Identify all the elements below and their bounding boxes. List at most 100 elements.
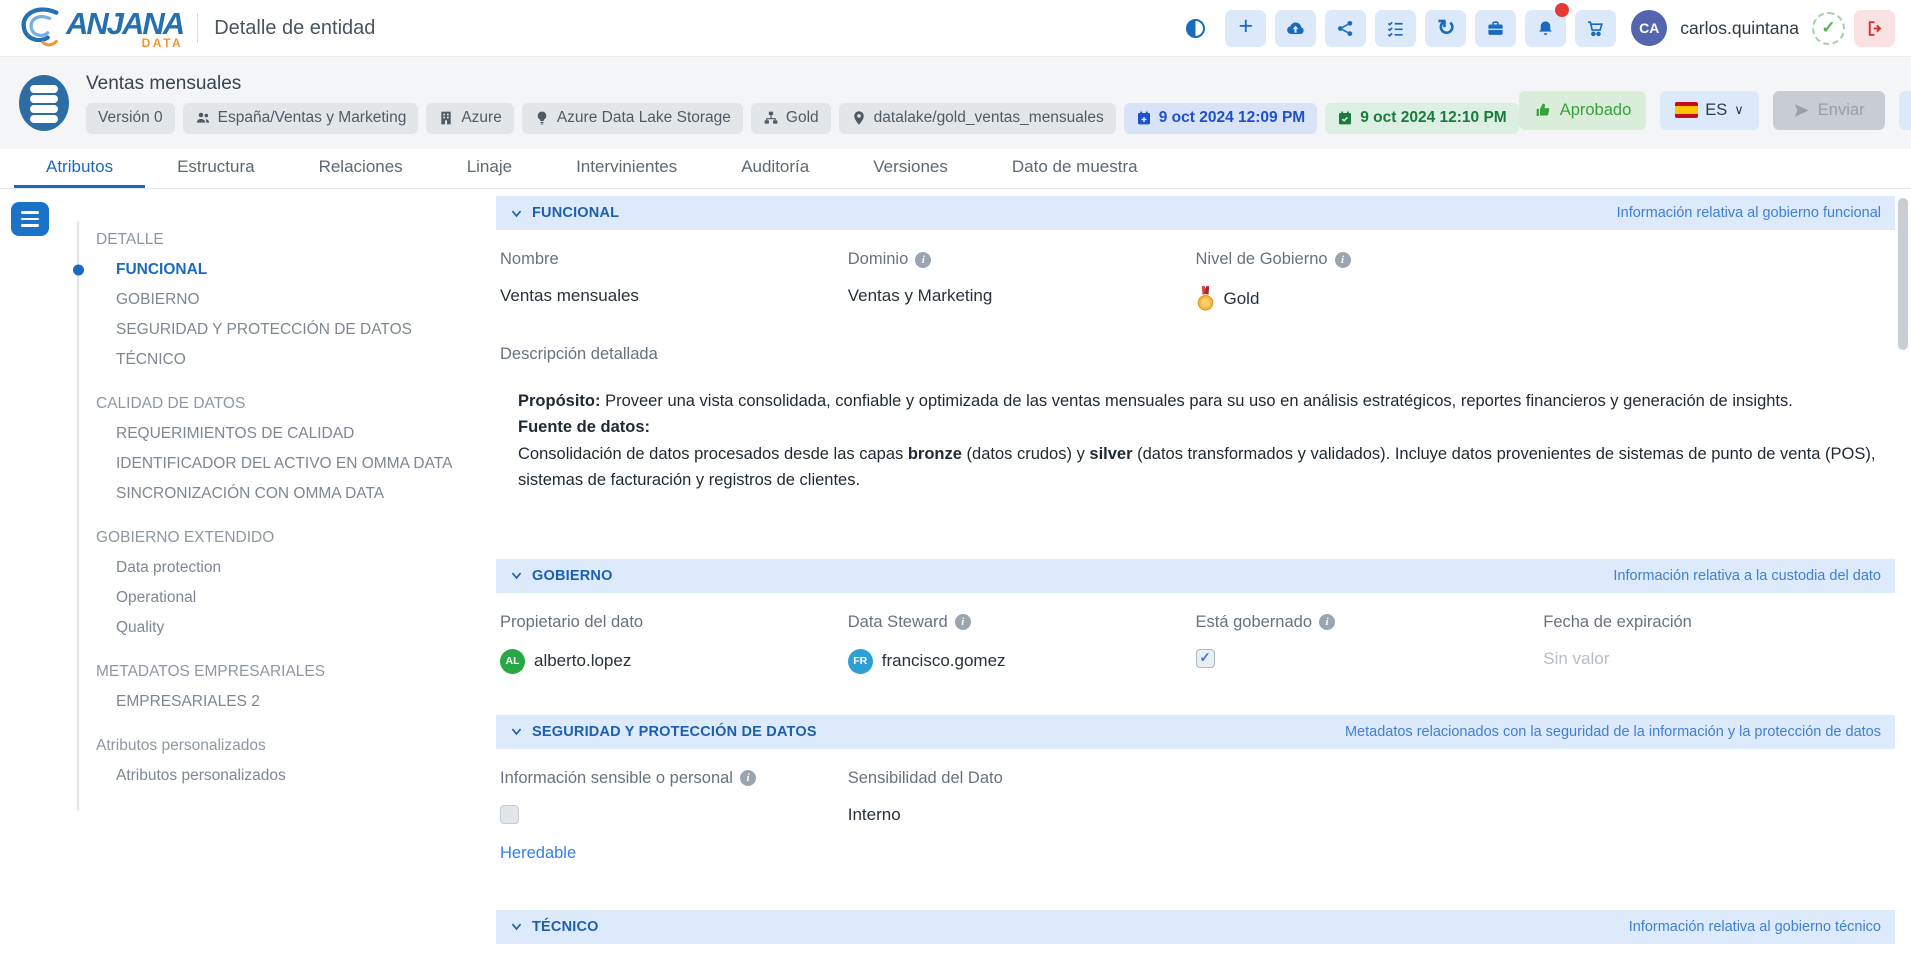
section-gobierno-header[interactable]: GOBIERNO Información relativa a la custo… xyxy=(496,559,1895,593)
nav-group-metadatos[interactable]: METADATOS EMPRESARIALES xyxy=(79,657,480,687)
nav-item-sincronizacion-omma[interactable]: SINCRONIZACIÓN CON OMMA DATA xyxy=(79,479,480,509)
header-divider xyxy=(197,13,198,43)
plus-icon: + xyxy=(1238,14,1253,39)
collapse-nav-button[interactable] xyxy=(11,202,49,236)
cart-icon xyxy=(1586,19,1605,38)
briefcase-icon xyxy=(1486,19,1505,38)
nav-group-detalle[interactable]: DETALLE xyxy=(79,225,480,255)
anjana-logo[interactable]: ANJANA DATA xyxy=(16,4,183,52)
nav-item-requerimientos[interactable]: REQUERIMIENTOS DE CALIDAD xyxy=(79,419,480,449)
thumbs-up-icon xyxy=(1534,101,1552,119)
history-icon: ↺ xyxy=(1437,17,1455,39)
spain-flag-icon xyxy=(1675,102,1698,118)
chevron-down-icon xyxy=(510,725,523,738)
info-icon[interactable]: i xyxy=(740,770,756,786)
section-seguridad-header[interactable]: SEGURIDAD Y PROTECCIÓN DE DATOS Metadato… xyxy=(496,715,1895,749)
nav-item-identificador-omma[interactable]: IDENTIFICADOR DEL ACTIVO EN OMMA DATA xyxy=(79,449,480,479)
logout-button[interactable] xyxy=(1854,10,1895,47)
user-avatar[interactable]: CA xyxy=(1631,10,1667,46)
attributes-main-panel: FUNCIONAL Información relativa al gobier… xyxy=(480,189,1911,970)
updated-date-badge: 9 oct 2024 12:10 PM xyxy=(1325,103,1518,134)
sitemap-icon xyxy=(763,110,779,126)
nav-item-quality[interactable]: Quality xyxy=(79,613,480,643)
contrast-icon xyxy=(1186,19,1205,38)
field-value-fecha-expiracion: Sin valor xyxy=(1543,649,1891,669)
field-value-sensibilidad: Interno xyxy=(848,805,1196,825)
nav-item-operational[interactable]: Operational xyxy=(79,583,480,613)
sensitive-info-checkbox[interactable] xyxy=(500,805,519,824)
section-funcional-header[interactable]: FUNCIONAL Información relativa al gobier… xyxy=(496,196,1895,230)
field-label-sensibilidad: Sensibilidad del Dato xyxy=(848,769,1196,788)
section-info: Metadatos relacionados con la seguridad … xyxy=(1345,724,1881,740)
entity-badges: Versión 0 España/Ventas y Marketing Azur… xyxy=(86,103,1519,134)
field-label-nombre: Nombre xyxy=(500,250,848,269)
nav-item-funcional[interactable]: FUNCIONAL xyxy=(79,255,480,285)
check-icon: ✓ xyxy=(1821,18,1835,38)
nav-item-seguridad[interactable]: SEGURIDAD Y PROTECCIÓN DE DATOS xyxy=(79,315,480,345)
cart-button[interactable] xyxy=(1575,10,1616,47)
governance-level-badge: Gold xyxy=(751,103,831,134)
section-info: Información relativa a la custodia del d… xyxy=(1613,568,1881,584)
field-value-nivel-gobierno: Gold xyxy=(1196,286,1544,311)
users-icon xyxy=(195,110,211,126)
info-icon[interactable]: i xyxy=(915,252,931,268)
tab-auditoria[interactable]: Auditoría xyxy=(709,149,841,188)
tab-relaciones[interactable]: Relaciones xyxy=(287,149,435,188)
field-label-esta-gobernado: Está gobernado i xyxy=(1196,613,1544,632)
tab-linaje[interactable]: Linaje xyxy=(435,149,544,188)
calendar-plus-icon xyxy=(1136,110,1152,126)
app-header: ANJANA DATA Detalle de entidad + ↺ xyxy=(0,0,1911,56)
nav-item-tecnico[interactable]: TÉCNICO xyxy=(79,345,480,375)
notifications-button[interactable] xyxy=(1525,10,1566,47)
created-date-badge: 9 oct 2024 12:09 PM xyxy=(1124,103,1317,134)
section-gobierno: GOBIERNO Información relativa a la custo… xyxy=(496,559,1895,698)
tab-dato-de-muestra[interactable]: Dato de muestra xyxy=(980,149,1170,188)
nav-group-gobierno-extendido[interactable]: GOBIERNO EXTENDIDO xyxy=(79,523,480,553)
info-icon[interactable]: i xyxy=(955,614,971,630)
infrastructure-badge: Azure xyxy=(426,103,514,134)
section-title: FUNCIONAL xyxy=(532,205,619,221)
section-tecnico-header[interactable]: TÉCNICO Información relativa al gobierno… xyxy=(496,910,1895,944)
nav-group-calidad[interactable]: CALIDAD DE DATOS xyxy=(79,389,480,419)
database-entity-icon xyxy=(18,74,70,132)
send-button[interactable]: Enviar xyxy=(1773,91,1885,130)
add-button[interactable]: + xyxy=(1225,10,1266,47)
tab-intervinientes[interactable]: Intervinientes xyxy=(544,149,709,188)
field-label-descripcion: Descripción detallada xyxy=(500,345,1891,364)
notification-dot xyxy=(1555,3,1569,17)
section-title: SEGURIDAD Y PROTECCIÓN DE DATOS xyxy=(532,724,817,740)
info-icon[interactable]: i xyxy=(1335,252,1351,268)
anjana-swirl-icon xyxy=(16,4,64,52)
history-button[interactable]: ↺ xyxy=(1425,10,1466,47)
tasks-button[interactable] xyxy=(1375,10,1416,47)
governed-checkbox[interactable]: ✓ xyxy=(1196,649,1215,668)
header-toolbar: + ↺ CA carlos.quintana ✓ xyxy=(1175,10,1895,47)
section-seguridad: SEGURIDAD Y PROTECCIÓN DE DATOS Metadato… xyxy=(496,715,1895,893)
tab-versiones[interactable]: Versiones xyxy=(841,149,980,188)
chevron-down-icon xyxy=(510,569,523,582)
share-button[interactable] xyxy=(1325,10,1366,47)
field-value-esta-gobernado: ✓ xyxy=(1196,649,1544,668)
section-tecnico: TÉCNICO Información relativa al gobierno… xyxy=(496,910,1895,944)
language-selector[interactable]: ES ∨ xyxy=(1660,91,1759,130)
heredable-link[interactable]: Heredable xyxy=(500,844,576,863)
contrast-toggle-button[interactable] xyxy=(1175,10,1216,47)
page-title: Detalle de entidad xyxy=(214,17,375,40)
info-icon[interactable]: i xyxy=(1319,614,1335,630)
nav-group-atributos-personalizados[interactable]: Atributos personalizados xyxy=(79,731,480,761)
tab-atributos[interactable]: Atributos xyxy=(14,149,145,188)
cloud-upload-icon xyxy=(1286,19,1305,38)
nav-item-gobierno[interactable]: GOBIERNO xyxy=(79,285,480,315)
vertical-scrollbar[interactable] xyxy=(1898,198,1908,350)
nav-item-empresariales-2[interactable]: EMPRESARIALES 2 xyxy=(79,687,480,717)
tab-estructura[interactable]: Estructura xyxy=(145,149,286,188)
domain-badge: España/Ventas y Marketing xyxy=(183,103,419,134)
paper-plane-icon xyxy=(1793,102,1810,119)
workspace-button[interactable] xyxy=(1475,10,1516,47)
entity-name: Ventas mensuales xyxy=(86,73,1519,95)
more-actions-button[interactable]: ••• xyxy=(1899,91,1911,130)
upload-button[interactable] xyxy=(1275,10,1316,47)
nav-item-atributos-personalizados[interactable]: Atributos personalizados xyxy=(79,761,480,791)
nav-item-data-protection[interactable]: Data protection xyxy=(79,553,480,583)
lightbulb-icon xyxy=(534,110,550,126)
